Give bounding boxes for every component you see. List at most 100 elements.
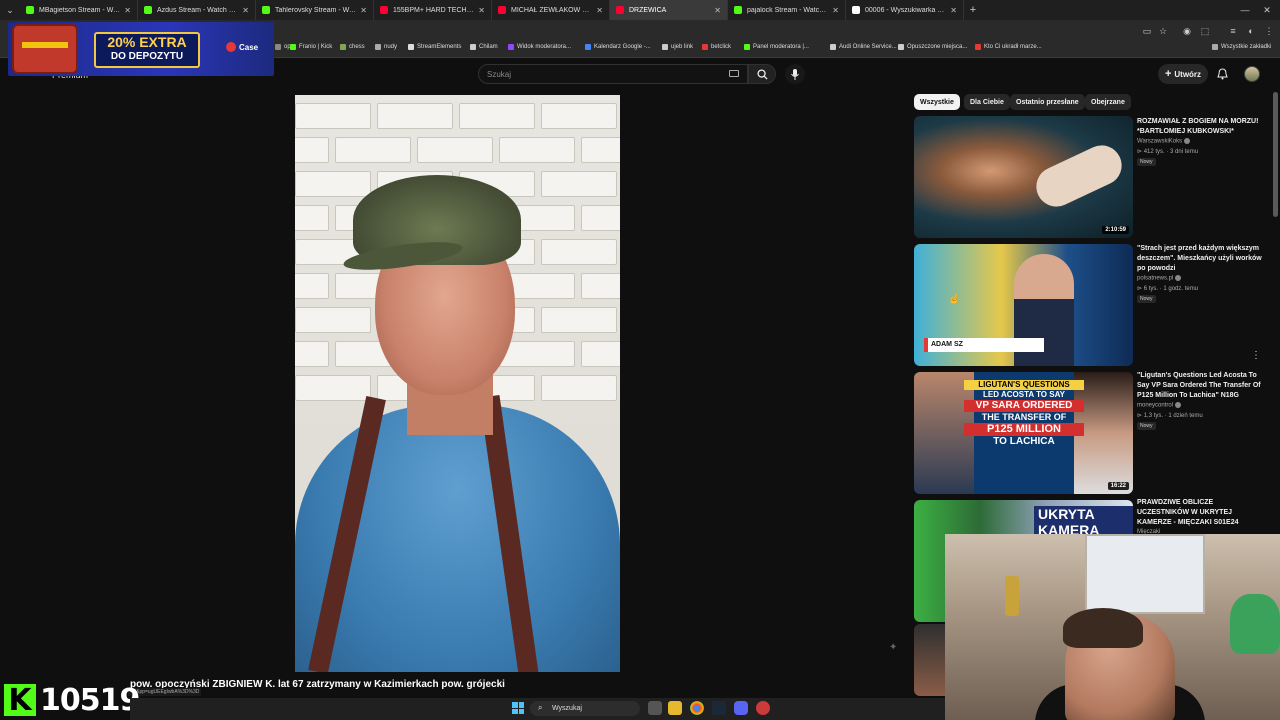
tab-close-icon[interactable]: ✕ [242,6,249,15]
tab-title: Tahlerovsky Stream - Watch Li [275,6,356,14]
close-window-icon[interactable]: ✕ [1256,0,1278,20]
search-input[interactable]: Szukaj [478,64,748,84]
browser-tab[interactable]: MICHAŁ ŻEWŁAKOW podaje p ✕ [492,0,610,20]
brick [417,137,493,163]
tab-title: 00006 - Wyszukiwarka Google [865,6,947,14]
bookmark-label: Widok moderatora... [517,44,572,50]
steam-icon[interactable] [712,701,726,715]
tab-title: 155BPM+ HARD TECHNO & N [393,6,475,14]
extension-icon[interactable]: ◉ [1180,24,1194,38]
app-icon[interactable] [756,701,770,715]
bookmark-item[interactable]: Widok moderatora... [508,44,571,50]
notifications-bell-icon[interactable] [1214,66,1230,82]
tab-search-icon[interactable]: ⌄ [0,0,20,20]
bookmark-item[interactable]: Chilam [470,44,498,50]
more-actions-icon[interactable]: ⋮ [1251,350,1261,361]
recommendation-thumbnail-1[interactable]: 2:10:59 [914,116,1133,238]
browser-tab[interactable]: pajalock Stream - Watch Live o ✕ [728,0,846,20]
minimize-icon[interactable]: — [1234,0,1256,20]
chip-for-you[interactable]: Dla Ciebie [964,94,1010,110]
file-explorer-icon[interactable] [668,701,682,715]
tabs: MBagietson Stream - Watch Live✕Azdus Str… [20,0,964,20]
bookmark-item[interactable]: Kalendarz Google -... [585,44,651,50]
puzzle-icon[interactable]: ⬚ [1198,24,1212,38]
recommendation-thumbnail-2[interactable]: ADAM SZ [914,244,1133,366]
keyboard-icon[interactable] [729,70,739,77]
menu-icon[interactable]: ⋮ [1262,24,1276,38]
plus-icon: + [1164,68,1172,80]
recommendation-channel-2[interactable]: polsatnews.pl [1137,275,1182,282]
bookmark-item[interactable]: Opuszczone miejsca... [898,44,967,50]
casino-ad-banner[interactable]: 20% EXTRA DO DEPOZYTU Case [8,22,274,76]
browser-tab[interactable]: Azdus Stream - Watch Live on ✕ [138,0,256,20]
new-badge-3: Nowy [1137,422,1156,430]
create-button[interactable]: + Utwórz [1158,64,1208,84]
bookmark-favicon-icon [662,44,668,50]
page-scrollbar[interactable] [1273,92,1278,217]
bookmark-item[interactable]: StreamElements [408,44,461,50]
browser-tab[interactable]: Tahlerovsky Stream - Watch Li ✕ [256,0,374,20]
tab-close-icon[interactable]: ✕ [596,6,603,15]
recommendation-thumbnail-3[interactable]: LIGUTAN'S QUESTIONS LED ACOSTA TO SAY VP… [914,372,1133,494]
task-view-icon[interactable] [648,701,662,715]
browser-tab[interactable]: DRZEWICA ✕ [610,0,728,20]
tab-favicon-icon [852,6,860,14]
browser-tab[interactable]: MBagietson Stream - Watch Live ✕ [20,0,138,20]
brick [541,375,617,401]
recommendation-title-1[interactable]: ROZMAWIAŁ Z BOGIEM NA MORZU! *BARTŁOMIEJ… [1137,117,1267,137]
brick [335,137,411,163]
ad-promo-box: 20% EXTRA DO DEPOZYTU [94,32,200,68]
tab-groups-icon[interactable]: ≡ [1226,24,1240,38]
tab-close-icon[interactable]: ✕ [478,6,485,15]
recommendation-title-3[interactable]: "Ligutan's Questions Led Acosta To Say V… [1137,371,1267,401]
brick [295,137,329,163]
bookmark-item[interactable]: chess [340,44,365,50]
tab-close-icon[interactable]: ✕ [124,6,131,15]
recommendation-channel-1[interactable]: WarszawskiKoks [1137,138,1191,145]
recommendation-title-4[interactable]: PRAWDZIWE OBLICZE UCZESTNIKÓW W UKRYTEJ … [1137,498,1267,528]
tab-favicon-icon [380,6,388,14]
recommendation-channel-3[interactable]: moneycontrol [1137,402,1182,409]
tab-close-icon[interactable]: ✕ [950,6,957,15]
discord-icon[interactable] [734,701,748,715]
bookmark-label: Chilam [479,44,498,50]
brick [295,103,371,129]
tab-close-icon[interactable]: ✕ [360,6,367,15]
bookmark-item[interactable]: op [275,44,291,50]
profile-icon[interactable]: ◐ [1244,24,1258,38]
streamer-hair [1063,608,1143,648]
recommendation-title-2[interactable]: "Strach jest przed każdym większym deszc… [1137,244,1267,274]
windows-start-icon[interactable] [512,702,524,714]
brick [295,273,329,299]
new-tab-button[interactable]: + [964,4,982,16]
bookmark-star-icon[interactable]: ☆ [1156,24,1170,38]
bookmark-item[interactable]: Panel moderatora |... [744,44,809,50]
tab-close-icon[interactable]: ✕ [714,6,721,15]
tab-close-icon[interactable]: ✕ [832,6,839,15]
bookmark-item[interactable]: Kto Ci ukradł marze... [975,44,1042,50]
tab-title: pajalock Stream - Watch Live o [747,6,828,14]
tab-favicon-icon [734,6,742,14]
all-bookmarks-button[interactable]: Wszystkie zakładki [1212,44,1271,50]
voice-search-button[interactable] [785,64,805,84]
cast-icon[interactable]: ▭ [1140,24,1154,38]
bookmark-item[interactable]: betclick [702,44,731,50]
chrome-icon[interactable] [690,701,704,715]
taskbar-search[interactable]: ⌕ Wyszukaj [530,701,640,716]
chip-watched[interactable]: Obejrzane [1085,94,1131,110]
search-button[interactable] [748,64,776,84]
bookmark-item[interactable]: nudy [375,44,397,50]
browser-tab[interactable]: 155BPM+ HARD TECHNO & N✕ [374,0,492,20]
bookmark-item[interactable]: Franio | Kick [290,44,332,50]
bookmark-favicon-icon [830,44,836,50]
browser-tab-strip: ⌄ MBagietson Stream - Watch Live✕Azdus S… [0,0,1280,20]
bookmark-item[interactable]: Audi Online Service... [830,44,897,50]
chip-all[interactable]: Wszystkie [914,94,960,110]
video-duration: 16:22 [1107,482,1129,490]
chip-recently-uploaded[interactable]: Ostatnio przesłane [1010,94,1085,110]
bookmark-item[interactable]: ujeb link [662,44,693,50]
browser-tab[interactable]: 00006 - Wyszukiwarka Google✕ [846,0,964,20]
video-player[interactable] [295,95,620,672]
user-avatar[interactable] [1244,66,1260,82]
room-window [1085,534,1205,614]
